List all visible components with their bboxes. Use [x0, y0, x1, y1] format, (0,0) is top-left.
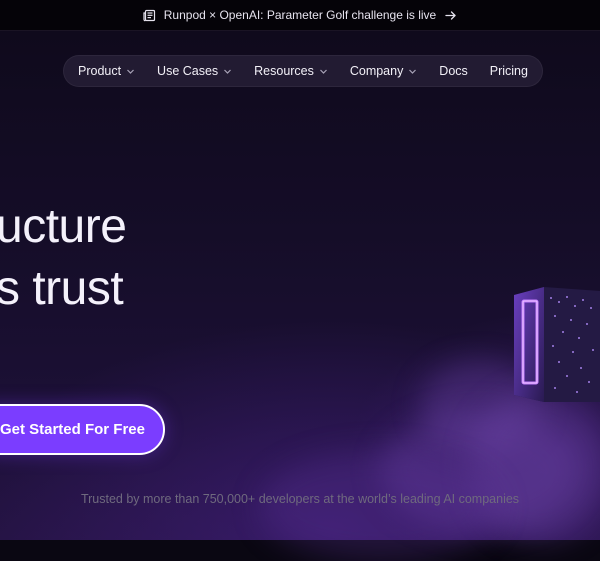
announcement-text: Runpod × OpenAI: Parameter Golf challeng… [163, 8, 437, 22]
arrow-right-icon [444, 9, 457, 22]
nav-item-label: Company [349, 64, 404, 78]
hero-headline: ucture s trust [0, 196, 127, 320]
chevron-down-icon [126, 67, 135, 76]
newspaper-icon [143, 9, 156, 22]
nav-item-label: Docs [439, 64, 468, 78]
nav-item-use-cases[interactable]: Use Cases [157, 64, 232, 78]
hero-headline-line: ucture [0, 200, 127, 253]
chevron-down-icon [319, 67, 328, 76]
nav-item-product[interactable]: Product [78, 64, 135, 78]
nav-item-company[interactable]: Company [350, 64, 418, 78]
nav-item-pricing[interactable]: Pricing [490, 64, 528, 78]
main-nav: Product Use Cases Resources Company Docs… [63, 55, 543, 87]
announcement-bar[interactable]: Runpod × OpenAI: Parameter Golf challeng… [0, 0, 600, 31]
hero-headline-line: s trust [0, 262, 124, 315]
cloud-decoration [260, 451, 500, 561]
nav-item-label: Use Cases [157, 64, 219, 78]
trusted-by-text: Trusted by more than 750,000+ developers… [80, 492, 520, 506]
chevron-down-icon [408, 67, 417, 76]
nav-item-resources[interactable]: Resources [254, 64, 328, 78]
nav-item-label: Pricing [489, 64, 528, 78]
gpu-server-illustration [514, 287, 600, 402]
nav-item-label: Product [78, 64, 122, 78]
chevron-down-icon [223, 67, 232, 76]
nav-item-docs[interactable]: Docs [439, 64, 467, 78]
nav-item-label: Resources [254, 64, 314, 78]
get-started-button[interactable]: Get Started For Free [0, 404, 165, 455]
